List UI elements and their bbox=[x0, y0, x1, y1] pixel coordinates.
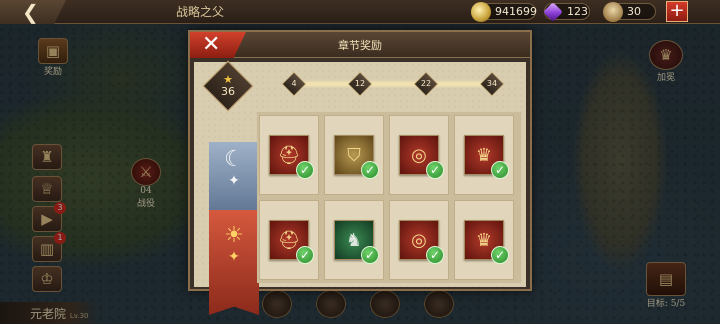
knight-armor-icon: ♞ ✓ bbox=[334, 220, 379, 264]
warrior-helmet-icon: ⛑ ✓ bbox=[269, 220, 314, 264]
helmet-token-value: 30 bbox=[627, 5, 641, 18]
milestone-4[interactable]: 34 bbox=[479, 71, 505, 97]
claimed-check-icon: ✓ bbox=[426, 246, 444, 264]
gem-counter[interactable]: 123 bbox=[543, 2, 590, 22]
close-button[interactable]: ✕ bbox=[190, 32, 246, 58]
back-button[interactable]: ❮ bbox=[0, 0, 66, 24]
close-icon: ✕ bbox=[202, 32, 221, 57]
reward-cell[interactable]: ◎ ✓ bbox=[389, 115, 449, 195]
claimed-check-icon: ✓ bbox=[426, 161, 444, 179]
milestone-2-value: 12 bbox=[354, 79, 366, 88]
gold-coin-icon bbox=[471, 2, 491, 22]
panel-header: 章节奖励 ✕ bbox=[190, 32, 530, 58]
eagle-icon: ✦ bbox=[228, 173, 240, 189]
helmet-token-icon bbox=[603, 2, 623, 22]
top-bar: ❮ 战略之父 941699 123 30 + bbox=[0, 0, 720, 24]
claimed-check-icon: ✓ bbox=[491, 161, 509, 179]
claimed-check-icon: ✓ bbox=[491, 246, 509, 264]
claimed-check-icon: ✓ bbox=[296, 246, 314, 264]
star-count-value: 36 bbox=[221, 85, 235, 98]
golden-shield-icon: ⛉ ✓ bbox=[334, 135, 379, 179]
ring-icon: ◎ ✓ bbox=[399, 135, 444, 179]
add-resource-button[interactable]: + bbox=[666, 1, 688, 22]
gold-value: 941699 bbox=[495, 5, 537, 18]
reward-cell[interactable]: ⛑ ✓ bbox=[259, 115, 319, 195]
gold-tier-banner: ☀ ✦ bbox=[209, 210, 259, 315]
crown-icon: ♛ ✓ bbox=[464, 220, 509, 264]
sun-icon: ☀ bbox=[224, 223, 244, 248]
back-arrow-icon: ❮ bbox=[22, 0, 39, 24]
milestone-3-value: 22 bbox=[420, 79, 432, 88]
reward-grid: ⛑ ✓ ⛉ ✓ ◎ ✓ ♛ ✓ ⛑ ✓ ♞ ✓ ◎ ✓ ♛ ✓ bbox=[257, 112, 521, 283]
claimed-check-icon: ✓ bbox=[296, 161, 314, 179]
crown-icon: ♛ ✓ bbox=[464, 135, 509, 179]
crescent-icon: ☾ bbox=[224, 147, 244, 172]
reward-cell[interactable]: ♛ ✓ bbox=[454, 200, 514, 280]
panel-body: ★ 36 4 12 22 34 ☾ ✦ ☀ ✦ ⛑ ✓ ⛉ ✓ ◎ ✓ ♛ ✓ … bbox=[194, 60, 526, 315]
helmet-token-counter[interactable]: 30 bbox=[603, 2, 656, 22]
chapter-reward-panel: 章节奖励 ✕ ★ 36 4 12 22 34 ☾ ✦ ☀ ✦ ⛑ ✓ ⛉ ✓ ◎… bbox=[188, 30, 532, 315]
reward-cell[interactable]: ⛑ ✓ bbox=[259, 200, 319, 280]
reward-cell[interactable]: ◎ ✓ bbox=[389, 200, 449, 280]
milestone-3[interactable]: 22 bbox=[413, 71, 439, 97]
star-count: ★ 36 bbox=[210, 68, 246, 104]
claimed-check-icon: ✓ bbox=[361, 246, 379, 264]
ring-icon: ◎ ✓ bbox=[399, 220, 444, 264]
eagle-icon: ✦ bbox=[228, 249, 240, 265]
reward-cell[interactable]: ♞ ✓ bbox=[324, 200, 384, 280]
gold-counter[interactable]: 941699 bbox=[471, 2, 537, 22]
page-title: 战略之父 bbox=[175, 5, 224, 19]
warrior-helmet-icon: ⛑ ✓ bbox=[269, 135, 314, 179]
milestone-1[interactable]: 4 bbox=[281, 71, 307, 97]
reward-cell[interactable]: ♛ ✓ bbox=[454, 115, 514, 195]
milestone-1-value: 4 bbox=[291, 79, 297, 88]
milestone-4-value: 34 bbox=[486, 79, 498, 88]
claimed-check-icon: ✓ bbox=[361, 161, 379, 179]
gem-value: 123 bbox=[567, 5, 588, 18]
milestone-2[interactable]: 12 bbox=[347, 71, 373, 97]
star-icon: ★ bbox=[223, 73, 233, 86]
gem-icon bbox=[543, 2, 563, 22]
star-progress-bar bbox=[290, 82, 492, 86]
reward-cell[interactable]: ⛉ ✓ bbox=[324, 115, 384, 195]
